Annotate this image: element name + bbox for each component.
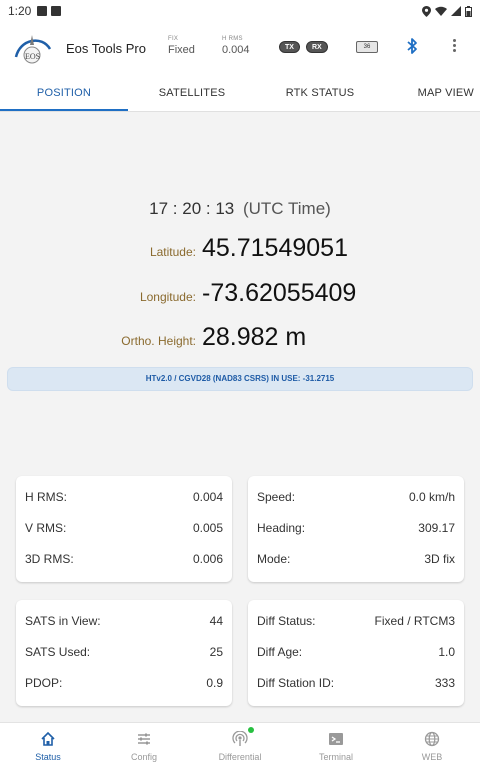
clock: 1:20 — [8, 4, 32, 18]
card-row: PDOP: 0.9 — [25, 676, 223, 690]
card-row: SATS in View: 44 — [25, 614, 223, 628]
longitude-row: Longitude: -73.62055409 — [0, 279, 480, 308]
globe-icon — [424, 731, 440, 747]
receiver-battery-indicator: 36 — [356, 41, 378, 53]
card-row: Mode: 3D fix — [257, 552, 455, 566]
nav-label: Config — [130, 752, 157, 762]
app-title: Eos Tools Pro — [66, 40, 146, 56]
nav-label: WEB — [421, 752, 443, 762]
nav-web[interactable]: WEB — [384, 723, 480, 768]
tx-badge: TX — [279, 41, 300, 53]
signal-icon — [451, 6, 461, 16]
fix-label: FIX — [168, 36, 179, 42]
hrms-value: 0.004 — [222, 44, 250, 56]
differential-online-dot — [248, 727, 254, 733]
nav-differential[interactable]: Differential — [192, 723, 288, 768]
latitude-value: 45.71549051 — [202, 234, 348, 262]
nav-terminal[interactable]: Terminal — [288, 723, 384, 768]
card-row: SATS Used: 25 — [25, 645, 223, 659]
rx-badge: RX — [306, 41, 328, 53]
utc-time-value: 17 : 20 : 13 — [149, 199, 235, 218]
terminal-icon — [329, 733, 343, 745]
utc-time-suffix: (UTC Time) — [242, 199, 331, 218]
home-icon — [41, 731, 55, 746]
card-row: Diff Age: 1.0 — [257, 645, 455, 659]
tab-map-view[interactable]: MAP VIEW — [384, 74, 480, 112]
tab-bar: POSITION SATELLITES RTK STATUS MAP VIEW — [0, 74, 480, 112]
sliders-icon — [138, 733, 150, 745]
hrms-indicator: H RMS 0.004 — [222, 36, 250, 56]
wifi-icon — [435, 6, 447, 16]
gallery-notification-icon — [37, 6, 48, 16]
battery-status-icon — [465, 5, 472, 17]
tab-position[interactable]: POSITION — [0, 74, 128, 112]
eos-logo: EOS — [12, 31, 52, 65]
app-bar: EOS Eos Tools Pro FIX Fixed H RMS 0.004 … — [0, 22, 480, 74]
bottom-navigation: Status Config Differential Terminal WEB — [0, 722, 480, 768]
card-row: 3D RMS: 0.006 — [25, 552, 223, 566]
broadcast-icon — [232, 731, 248, 746]
fix-value: Fixed — [168, 44, 195, 56]
card-row: V RMS: 0.005 — [25, 521, 223, 535]
card-row: Speed: 0.0 km/h — [257, 490, 455, 504]
nav-label: Status — [35, 752, 61, 762]
bluetooth-icon[interactable] — [406, 37, 418, 60]
svg-text:EOS: EOS — [25, 52, 40, 61]
nav-label: Differential — [218, 752, 262, 762]
tab-rtk-status[interactable]: RTK STATUS — [256, 74, 384, 112]
card-row: Diff Status: Fixed / RTCM3 — [257, 614, 455, 628]
geoid-model-banner: HTv2.0 / CGVD28 (NAD83 CSRS) IN USE: -31… — [7, 367, 473, 391]
app-notification-icon — [51, 6, 62, 16]
differential-card: Diff Status: Fixed / RTCM3 Diff Age: 1.0 D… — [248, 600, 464, 706]
nav-config[interactable]: Config — [96, 723, 192, 768]
longitude-label: Longitude: — [139, 290, 196, 304]
fix-indicator: FIX Fixed — [168, 36, 195, 56]
hrms-label: H RMS — [222, 36, 243, 42]
nav-label: Terminal — [318, 752, 353, 762]
height-label: Ortho. Height: — [121, 334, 196, 348]
card-row: Diff Station ID: 333 — [257, 676, 455, 690]
utc-time: 17 : 20 : 13 (UTC Time) — [0, 199, 480, 219]
overflow-menu-button[interactable] — [449, 38, 459, 56]
height-value: 28.982 m — [202, 323, 307, 351]
active-tab-indicator — [0, 109, 128, 111]
nav-status[interactable]: Status — [0, 723, 96, 768]
latitude-row: Latitude: 45.71549051 — [0, 234, 480, 263]
tab-satellites[interactable]: SATELLITES — [128, 74, 256, 112]
latitude-label: Latitude: — [149, 245, 196, 259]
card-row: H RMS: 0.004 — [25, 490, 223, 504]
longitude-value: -73.62055409 — [202, 279, 357, 307]
system-status-bar: 1:20 — [0, 0, 480, 22]
location-icon — [422, 5, 431, 17]
satellites-card: SATS in View: 44 SATS Used: 25 PDOP: 0.9 — [16, 600, 232, 706]
motion-card: Speed: 0.0 km/h Heading: 309.17 Mode: 3D fi… — [248, 476, 464, 582]
card-row: Heading: 309.17 — [257, 521, 455, 535]
height-row: Ortho. Height: 28.982 m — [0, 323, 480, 352]
rms-card: H RMS: 0.004 V RMS: 0.005 3D RMS: 0.006 — [16, 476, 232, 582]
